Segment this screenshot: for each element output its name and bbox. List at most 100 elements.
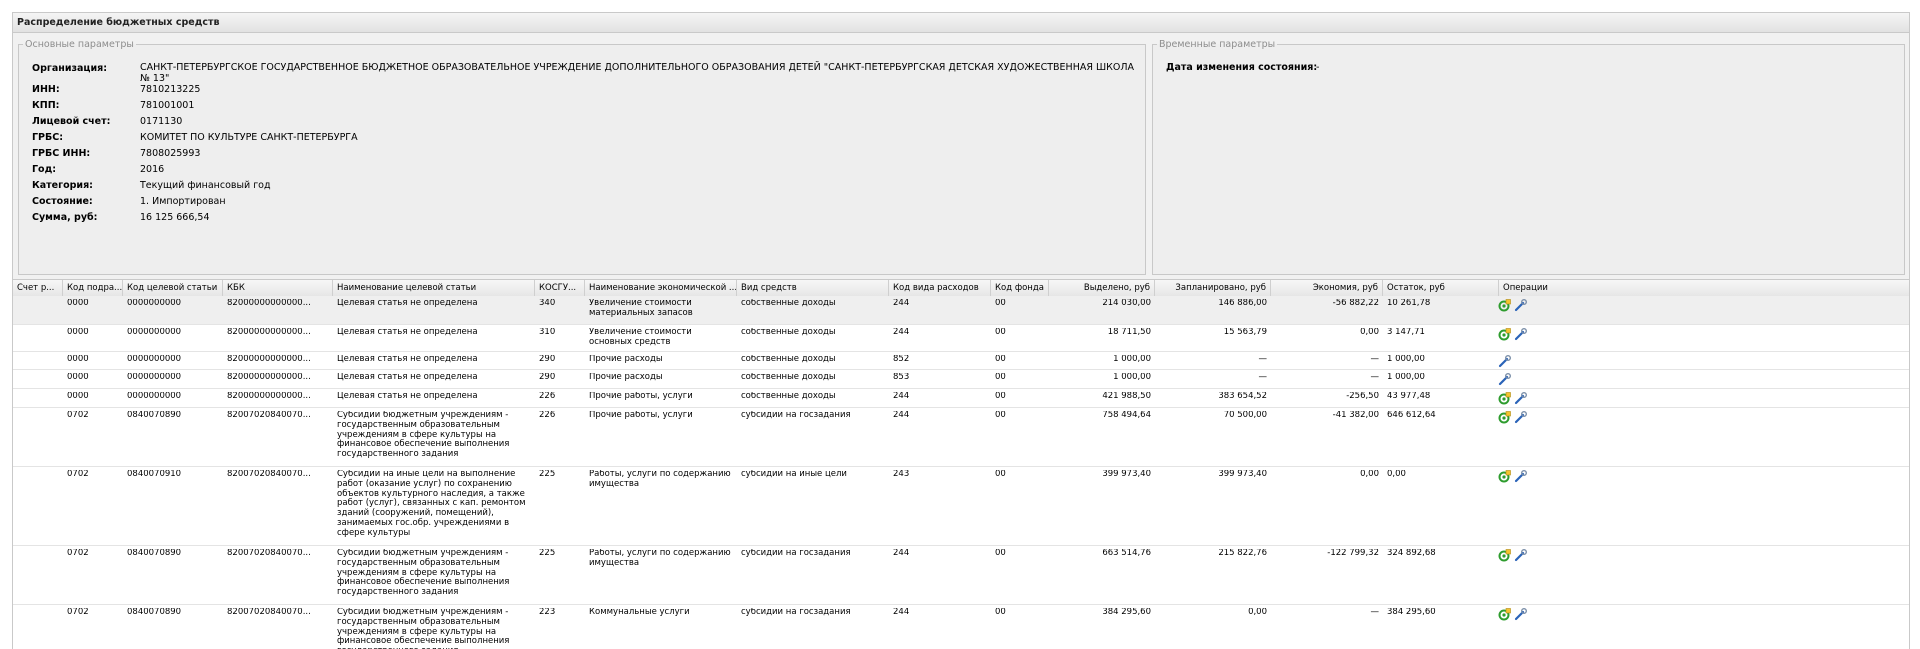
row-operations bbox=[1498, 328, 1530, 341]
cell-fond: 00 bbox=[995, 411, 1006, 420]
table-row[interactable]: 0702 0840070890 82007020840070... Субсидии … bbox=[13, 408, 1909, 467]
time-params-legend: Временные параметры bbox=[1159, 39, 1276, 50]
budget-distribution-panel: Распределение бюджетных средств Основные… bbox=[12, 12, 1910, 649]
cell-fond: 00 bbox=[995, 328, 1006, 337]
edit-wrench-icon[interactable] bbox=[1514, 299, 1527, 315]
column-header-kod-cs[interactable]: Код целевой статьи bbox=[123, 280, 223, 296]
cell-ostatok: 384 295,60 bbox=[1387, 608, 1436, 617]
column-header-kod-podr[interactable]: Код подра... bbox=[63, 280, 123, 296]
cell-kod-podr: 0000 bbox=[67, 373, 89, 382]
cell-vydeleno: 421 988,50 bbox=[1102, 392, 1151, 401]
cell-fond: 00 bbox=[995, 549, 1006, 558]
cell-ostatok: 1 000,00 bbox=[1387, 355, 1425, 364]
cell-kod-podr: 0702 bbox=[67, 608, 89, 617]
add-row-icon[interactable] bbox=[1498, 392, 1511, 408]
cell-econ: — bbox=[1370, 355, 1380, 364]
cell-kod-podr: 0702 bbox=[67, 411, 89, 420]
cell-econ: — bbox=[1370, 608, 1380, 617]
column-header-vydeleno[interactable]: Выделено, руб bbox=[1049, 280, 1155, 296]
edit-wrench-icon[interactable] bbox=[1514, 608, 1527, 624]
row-operations bbox=[1498, 470, 1530, 483]
field-value: 2016 bbox=[140, 164, 165, 175]
edit-wrench-icon[interactable] bbox=[1498, 373, 1511, 389]
column-header-ostatok[interactable]: Остаток, руб bbox=[1383, 280, 1499, 296]
row-operations bbox=[1498, 355, 1514, 368]
cell-econ: — bbox=[1370, 373, 1380, 382]
cell-vid: собственные доходы bbox=[741, 392, 836, 401]
edit-wrench-icon[interactable] bbox=[1514, 392, 1527, 408]
cell-vid: собственные доходы bbox=[741, 373, 836, 382]
table-row[interactable]: 0702 0840070890 82007020840070... Субсидии … bbox=[13, 546, 1909, 605]
cell-vydeleno: 1 000,00 bbox=[1113, 373, 1151, 382]
table-row[interactable]: 0000 0000000000 82000000000000... Целевая с… bbox=[13, 296, 1909, 325]
cell-kvr: 853 bbox=[893, 373, 910, 382]
cell-vydeleno: 399 973,40 bbox=[1102, 470, 1151, 479]
cell-name-cs: Целевая статья не определена bbox=[337, 373, 478, 382]
column-header-kosgu[interactable]: КОСГУ... bbox=[535, 280, 585, 296]
add-row-icon[interactable] bbox=[1498, 328, 1511, 344]
column-header-kvr[interactable]: Код вида расходов bbox=[889, 280, 991, 296]
cell-kod-cs: 0840070910 bbox=[127, 470, 182, 479]
cell-ostatok: 1 000,00 bbox=[1387, 373, 1425, 382]
column-header-econ[interactable]: Экономия, руб bbox=[1271, 280, 1383, 296]
cell-kvr: 243 bbox=[893, 470, 910, 479]
cell-name-econ: Прочие работы, услуги bbox=[589, 392, 693, 401]
grid-body[interactable]: 0000 0000000000 82000000000000... Целевая с… bbox=[13, 296, 1909, 649]
cell-kod-cs: 0000000000 bbox=[127, 392, 182, 401]
field-label: Год: bbox=[32, 164, 57, 175]
column-header-kbk[interactable]: КБК bbox=[223, 280, 333, 296]
cell-kbk: 82007020840070... bbox=[227, 608, 311, 617]
cell-kosgu: 225 bbox=[539, 470, 556, 479]
cell-kosgu: 226 bbox=[539, 392, 556, 401]
cell-kod-podr: 0000 bbox=[67, 328, 89, 337]
column-header-vid[interactable]: Вид средств bbox=[737, 280, 889, 296]
column-header-schet[interactable]: Счет р... bbox=[13, 280, 63, 296]
cell-zapl: 215 822,76 bbox=[1218, 549, 1267, 558]
edit-wrench-icon[interactable] bbox=[1514, 549, 1527, 565]
cell-fond: 00 bbox=[995, 299, 1006, 308]
table-row[interactable]: 0000 0000000000 82000000000000... Целевая с… bbox=[13, 325, 1909, 352]
cell-vid: собственные доходы bbox=[741, 355, 836, 364]
add-row-icon[interactable] bbox=[1498, 411, 1511, 427]
cell-name-cs: Субсидии на иные цели на выполнение рабо… bbox=[337, 470, 526, 538]
column-header-zapl[interactable]: Запланировано, руб bbox=[1155, 280, 1271, 296]
cell-kod-podr: 0000 bbox=[67, 355, 89, 364]
field-value: 7808025993 bbox=[140, 148, 201, 159]
cell-vydeleno: 18 711,50 bbox=[1107, 328, 1151, 337]
cell-name-econ: Прочие работы, услуги bbox=[589, 411, 693, 420]
field-label: ИНН: bbox=[32, 84, 60, 95]
cell-zapl: — bbox=[1258, 355, 1268, 364]
cell-econ: -122 799,32 bbox=[1327, 549, 1379, 558]
table-row[interactable]: 0702 0840070890 82007020840070... Субсидии … bbox=[13, 605, 1909, 649]
cell-kod-cs: 0840070890 bbox=[127, 549, 182, 558]
table-row[interactable]: 0702 0840070910 82007020840070... Субсидии … bbox=[13, 467, 1909, 546]
table-row[interactable]: 0000 0000000000 82000000000000... Целевая с… bbox=[13, 370, 1909, 389]
field-label: Лицевой счет: bbox=[32, 116, 111, 127]
column-header-name-econ[interactable]: Наименование экономической ... bbox=[585, 280, 737, 296]
add-row-icon[interactable] bbox=[1498, 549, 1511, 565]
cell-kod-cs: 0000000000 bbox=[127, 373, 182, 382]
cell-kbk: 82000000000000... bbox=[227, 299, 311, 308]
field-label: Организация: bbox=[32, 63, 107, 74]
table-row[interactable]: 0000 0000000000 82000000000000... Целевая с… bbox=[13, 389, 1909, 408]
cell-kod-cs: 0000000000 bbox=[127, 355, 182, 364]
edit-wrench-icon[interactable] bbox=[1498, 355, 1511, 371]
cell-ostatok: 646 612,64 bbox=[1387, 411, 1436, 420]
column-header-operations[interactable]: Операции bbox=[1499, 280, 1909, 296]
column-header-name-cs[interactable]: Наименование целевой статьи bbox=[333, 280, 535, 296]
edit-wrench-icon[interactable] bbox=[1514, 470, 1527, 486]
field-value: САНКТ-ПЕТЕРБУРГСКОЕ ГОСУДАРСТВЕННОЕ БЮДЖ… bbox=[140, 62, 1134, 84]
cell-zapl: 383 654,52 bbox=[1218, 392, 1267, 401]
cell-econ: -256,50 bbox=[1346, 392, 1379, 401]
cell-name-cs: Целевая статья не определена bbox=[337, 355, 478, 364]
add-row-icon[interactable] bbox=[1498, 608, 1511, 624]
edit-wrench-icon[interactable] bbox=[1514, 328, 1527, 344]
add-row-icon[interactable] bbox=[1498, 299, 1511, 315]
cell-zapl: 146 886,00 bbox=[1218, 299, 1267, 308]
field-value: - bbox=[1316, 62, 1320, 73]
edit-wrench-icon[interactable] bbox=[1514, 411, 1527, 427]
add-row-icon[interactable] bbox=[1498, 470, 1511, 486]
table-row[interactable]: 0000 0000000000 82000000000000... Целевая с… bbox=[13, 352, 1909, 370]
field-value: 1. Импортирован bbox=[140, 196, 226, 207]
column-header-fond[interactable]: Код фонда bbox=[991, 280, 1049, 296]
